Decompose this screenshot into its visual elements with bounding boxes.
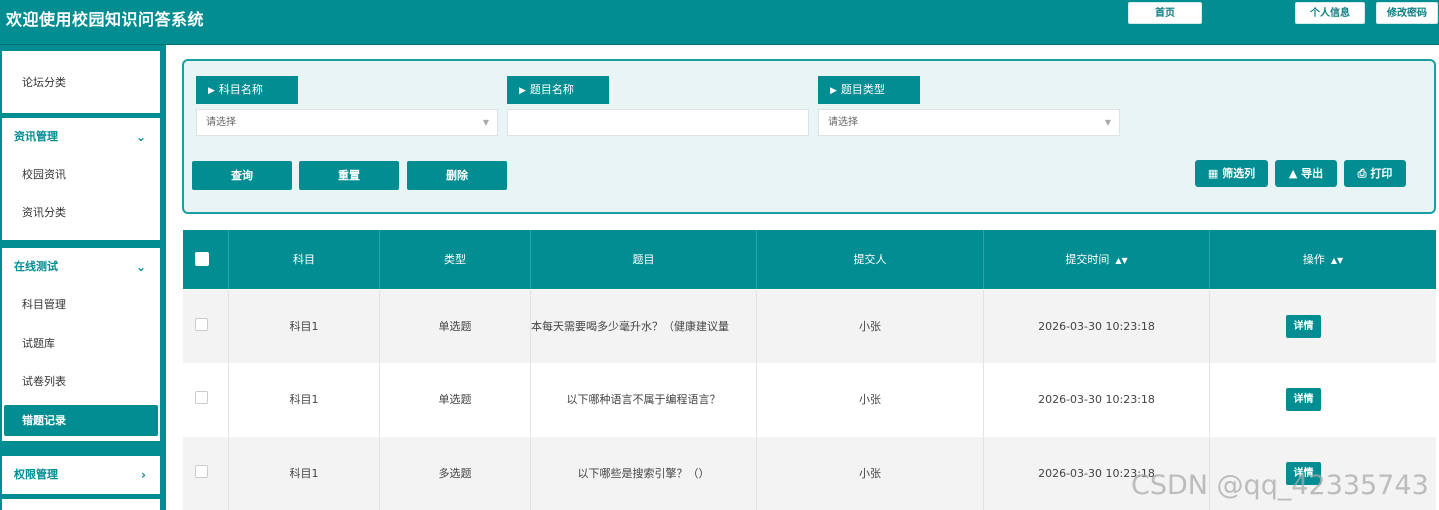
table-row: 科目1 单选题 以下哪种语言不属于编程语言？ 小张 2026-03-30 10:… [183,363,1436,436]
search-panel: ▶ 科目名称 请选择 ▼ ▶ 题目名称 ▶ 题目类型 请选择 ▼ 查询 重置 删除 ▦… [182,59,1436,214]
row-select-cell [183,363,229,436]
detail-button[interactable]: 详情 [1286,315,1321,338]
column-header-type: 类型 [380,230,531,289]
sidebar-group-news-label: 资讯管理 [14,130,58,143]
chevron-down-icon: ⌄ [135,260,146,274]
cell-time: 2026-03-30 10:23:18 [984,363,1210,436]
row-checkbox[interactable] [195,391,208,404]
column-header-question: 题目 [531,230,757,289]
play-arrow-icon: ▶ [830,86,837,96]
column-header-subject: 科目 [229,230,380,289]
cell-question: 以下哪种语言不属于编程语言？ [531,363,757,436]
export-icon: ▲ [1288,167,1298,180]
select-all-checkbox[interactable] [195,252,209,266]
sidebar-group-test-label: 在线测试 [14,260,58,273]
detail-button[interactable]: 详情 [1286,388,1321,411]
sort-icon[interactable]: ▲▼ [1115,256,1127,265]
row-checkbox[interactable] [195,318,208,331]
chevron-down-icon: ⌄ [135,130,146,144]
chevron-right-icon: › [141,468,146,482]
sidebar-item-subject-management[interactable]: 科目管理 [2,286,160,324]
cell-time: 2026-03-30 10:23:18 [984,290,1210,363]
sidebar-item-question-bank[interactable]: 试题库 [2,325,160,363]
play-arrow-icon: ▶ [208,86,215,96]
subject-select[interactable]: 请选择 ▼ [196,109,498,136]
sidebar-block-forum: 论坛分类 [2,51,160,113]
watermark: CSDN @qq_42335743 [1131,470,1429,501]
question-input[interactable] [507,109,809,136]
cell-question: 本每天需要喝多少毫升水？（健康建议量 [531,290,757,363]
column-header-time[interactable]: 提交时间 ▲▼ [984,230,1210,289]
query-button[interactable]: 查询 [192,161,292,190]
cell-action [1210,290,1436,363]
filter-columns-button[interactable]: ▦ 筛选列 [1195,160,1268,187]
print-button[interactable]: ⎙ 打印 [1344,160,1406,187]
cell-type: 单选题 [380,290,531,363]
cell-submitter: 小张 [757,437,984,510]
sidebar-item-campus-news[interactable]: 校园资讯 [2,156,160,194]
sidebar-group-auth-label: 权限管理 [14,468,58,481]
select-all-cell [183,230,229,289]
profile-button[interactable]: 个人信息 [1295,2,1365,24]
column-header-action[interactable]: 操作 ▲▼ [1210,230,1436,289]
cell-submitter: 小张 [757,290,984,363]
row-select-cell [183,290,229,363]
sidebar-block-test: 在线测试 ⌄ 科目管理 试题库 试卷列表 错题记录 [2,248,160,441]
subject-label: ▶ 科目名称 [196,76,298,104]
row-checkbox[interactable] [195,465,208,478]
sidebar-block-news: 资讯管理 ⌄ 校园资讯 资讯分类 [2,118,160,240]
reset-button[interactable]: 重置 [299,161,399,190]
sidebar-item-news-category[interactable]: 资讯分类 [2,194,160,232]
cell-action [1210,363,1436,436]
sidebar-group-test[interactable]: 在线测试 ⌄ [2,248,160,286]
sidebar-block-auth: 权限管理 › [2,456,160,494]
dropdown-caret-icon: ▼ [482,118,489,127]
cell-question: 以下哪些是搜索引擎？（） [531,437,757,510]
sidebar-item-paper-list[interactable]: 试卷列表 [2,363,160,401]
type-select[interactable]: 请选择 ▼ [818,109,1120,136]
table-row: 科目1 单选题 本每天需要喝多少毫升水？（健康建议量 小张 2026-03-30… [183,290,1436,363]
print-icon: ⎙ [1357,167,1367,180]
sort-icon[interactable]: ▲▼ [1331,256,1343,265]
sidebar-group-auth[interactable]: 权限管理 › [2,456,160,494]
question-label: ▶ 题目名称 [507,76,609,104]
row-select-cell [183,437,229,510]
cell-subject: 科目1 [229,290,380,363]
delete-button[interactable]: 删除 [407,161,507,190]
export-button[interactable]: ▲ 导出 [1275,160,1337,187]
play-arrow-icon: ▶ [519,86,526,96]
sidebar-item-wrong-records[interactable]: 错题记录 [4,405,158,436]
column-header-submitter: 提交人 [757,230,984,289]
cell-subject: 科目1 [229,363,380,436]
app-title: 欢迎使用校园知识问答系统 [6,10,205,29]
top-bar: 欢迎使用校园知识问答系统 首页 个人信息 修改密码 [0,0,1439,45]
sidebar-block-next [2,499,160,510]
table-header: 科目 类型 题目 提交人 提交时间 ▲▼ 操作 ▲▼ [183,230,1436,289]
cell-type: 多选题 [380,437,531,510]
cell-subject: 科目1 [229,437,380,510]
cell-type: 单选题 [380,363,531,436]
sidebar-item-forum-category[interactable]: 论坛分类 [2,64,160,102]
sidebar-group-news[interactable]: 资讯管理 ⌄ [2,118,160,156]
type-label: ▶ 题目类型 [818,76,920,104]
dropdown-caret-icon: ▼ [1104,118,1111,127]
cell-submitter: 小张 [757,363,984,436]
columns-icon: ▦ [1207,167,1219,180]
home-button[interactable]: 首页 [1128,2,1202,24]
change-password-button[interactable]: 修改密码 [1376,2,1438,24]
